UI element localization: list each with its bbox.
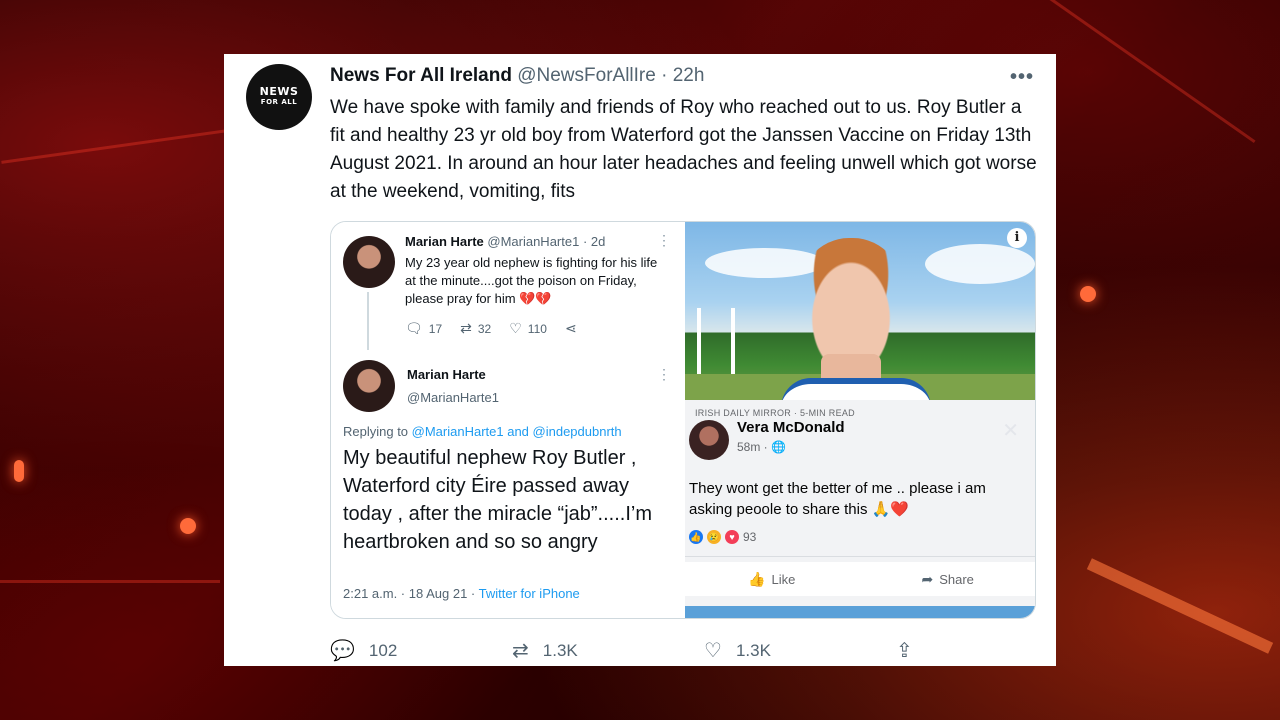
heart-icon: ♡ <box>704 640 722 662</box>
author-avatar[interactable]: NEWS FOR ALL <box>246 64 312 130</box>
glow-dot <box>180 518 196 534</box>
fb-share-button: ➦ Share <box>921 571 973 588</box>
embedded-more-icon-2: ⋮ <box>657 366 671 382</box>
info-icon[interactable]: i <box>1007 228 1027 248</box>
reply-count: 102 <box>368 640 398 660</box>
goal-post <box>731 308 735 380</box>
embedded-timestamp-text: 2:21 a.m. · 18 Aug 21 · <box>343 586 479 601</box>
embedded-actions: 🗨 17 ⇄ 32 ♡ 110 ⋖ <box>405 320 577 337</box>
light-streak <box>1024 0 1256 144</box>
facebook-screenshot: i IRISH DAILY MIRROR · 5-MIN READ Vera M… <box>685 222 1035 618</box>
fb-time: 58m · 🌐 <box>737 440 786 454</box>
like-button[interactable]: ♡ 1.3K <box>704 638 771 663</box>
tweet-time[interactable]: 22h <box>673 65 705 86</box>
embedded-source: Twitter for iPhone <box>478 586 580 601</box>
tweet-action-bar: 💬 102 ⇄ 1.3K ♡ 1.3K ⇪ <box>330 638 930 664</box>
embedded-like: ♡ 110 <box>509 320 547 337</box>
fb-text: They wont get the better of me .. please… <box>689 480 986 518</box>
embedded-text: My 23 year old nephew is fighting for hi… <box>405 255 658 306</box>
retweet-icon: ⇄ <box>460 320 472 336</box>
share-arrow-icon: ➦ <box>921 570 934 587</box>
embedded-name-2: Marian Harte <box>407 367 486 382</box>
fb-reactions: 👍 😢 ♥ 93 <box>689 530 756 544</box>
embedded-name-2-text: Marian Harte <box>407 367 486 382</box>
fb-actions: 👍 Like ➦ Share <box>685 562 1035 596</box>
article-photo: i <box>685 222 1035 400</box>
person-head <box>795 238 907 368</box>
retweet-icon: ⇄ <box>512 640 529 662</box>
light-streak <box>1086 558 1274 654</box>
embedded-avatar-2 <box>343 360 395 412</box>
embedded-handle-2: @MarianHarte1 <box>407 390 499 405</box>
embedded-handle: @MarianHarte1 <box>487 234 580 249</box>
person-shirt <box>781 378 931 400</box>
more-horizontal-icon[interactable]: ••• <box>1010 66 1034 89</box>
embedded-reply: 🗨 17 <box>405 320 442 337</box>
divider <box>685 556 1035 557</box>
replying-to-handles: @MarianHarte1 and @indepdubnrth <box>411 424 622 439</box>
embedded-reply-count: 17 <box>428 321 443 336</box>
separator: · <box>655 65 673 86</box>
replying-prefix: Replying to <box>343 424 412 439</box>
tweet-text: We have spoke with family and friends of… <box>330 97 1037 202</box>
thumbs-up-icon: 👍 <box>748 570 766 587</box>
share-icon: ⋖ <box>564 320 577 336</box>
embedded-age: · 2d <box>582 234 606 249</box>
avatar-logo-subtext: FOR ALL <box>260 98 298 106</box>
replying-to: Replying to @MarianHarte1 and @indepdubn… <box>343 424 622 439</box>
heart-icon: ♡ <box>509 320 522 336</box>
fb-share-label: Share <box>939 571 974 587</box>
embedded-retweet-count: 32 <box>477 321 492 336</box>
embedded-avatar <box>343 236 395 288</box>
light-streak <box>0 580 220 583</box>
cloud <box>925 244 1035 284</box>
close-icon: ✕ <box>1002 420 1019 442</box>
reply-button[interactable]: 💬 102 <box>330 638 397 663</box>
embedded-timestamp: 2:21 a.m. · 18 Aug 21 · Twitter for iPho… <box>343 586 580 601</box>
author-handle[interactable]: @NewsForAllIre <box>517 65 656 86</box>
embedded-header: Marian Harte @MarianHarte1 · 2d <box>405 234 605 249</box>
glow-dot <box>14 460 24 482</box>
tweet-card[interactable]: NEWS FOR ALL News For All Ireland @NewsF… <box>224 54 1056 666</box>
embedded-share: ⋖ <box>565 320 577 337</box>
embedded-retweet: ⇄ 32 <box>460 320 491 337</box>
sad-reaction-icon: 😢 <box>707 530 721 544</box>
embedded-name: Marian Harte <box>405 234 484 249</box>
embedded-handle-2-text: @MarianHarte1 <box>407 390 499 405</box>
fb-bottom-strip <box>685 606 1035 618</box>
share-button[interactable]: ⇪ <box>896 638 913 663</box>
tweet-header: News For All Ireland @NewsForAllIre · 22… <box>330 65 704 87</box>
author-name[interactable]: News For All Ireland <box>330 65 512 86</box>
tweet-media[interactable]: Marian Harte @MarianHarte1 · 2d ⋮ My 23 … <box>330 221 1036 619</box>
embedded-like-count: 110 <box>527 321 547 336</box>
reply-icon: 🗨 <box>405 320 423 336</box>
share-icon: ⇪ <box>896 640 913 662</box>
embedded-text-2: My beautiful nephew Roy Butler , Waterfo… <box>343 447 652 553</box>
fb-reaction-count: 93 <box>743 530 757 544</box>
article-source: IRISH DAILY MIRROR · 5-MIN READ <box>695 408 855 418</box>
retweet-button[interactable]: ⇄ 1.3K <box>512 638 578 663</box>
love-reaction-icon: ♥ <box>725 530 739 544</box>
like-reaction-icon: 👍 <box>689 530 703 544</box>
like-count: 1.3K <box>735 640 771 660</box>
fb-name: Vera McDonald <box>737 419 845 436</box>
fb-avatar <box>689 420 729 460</box>
thread-line <box>367 292 369 350</box>
goal-post <box>697 308 701 380</box>
fb-like-label: Like <box>771 571 796 587</box>
embedded-tweet-screenshot: Marian Harte @MarianHarte1 · 2d ⋮ My 23 … <box>331 222 685 618</box>
embedded-more-icon: ⋮ <box>657 232 671 248</box>
fb-like-button: 👍 Like <box>748 571 795 588</box>
reply-icon: 💬 <box>330 640 355 662</box>
avatar-logo-text: NEWS <box>259 85 299 98</box>
retweet-count: 1.3K <box>542 640 578 660</box>
glow-dot <box>1080 286 1096 302</box>
